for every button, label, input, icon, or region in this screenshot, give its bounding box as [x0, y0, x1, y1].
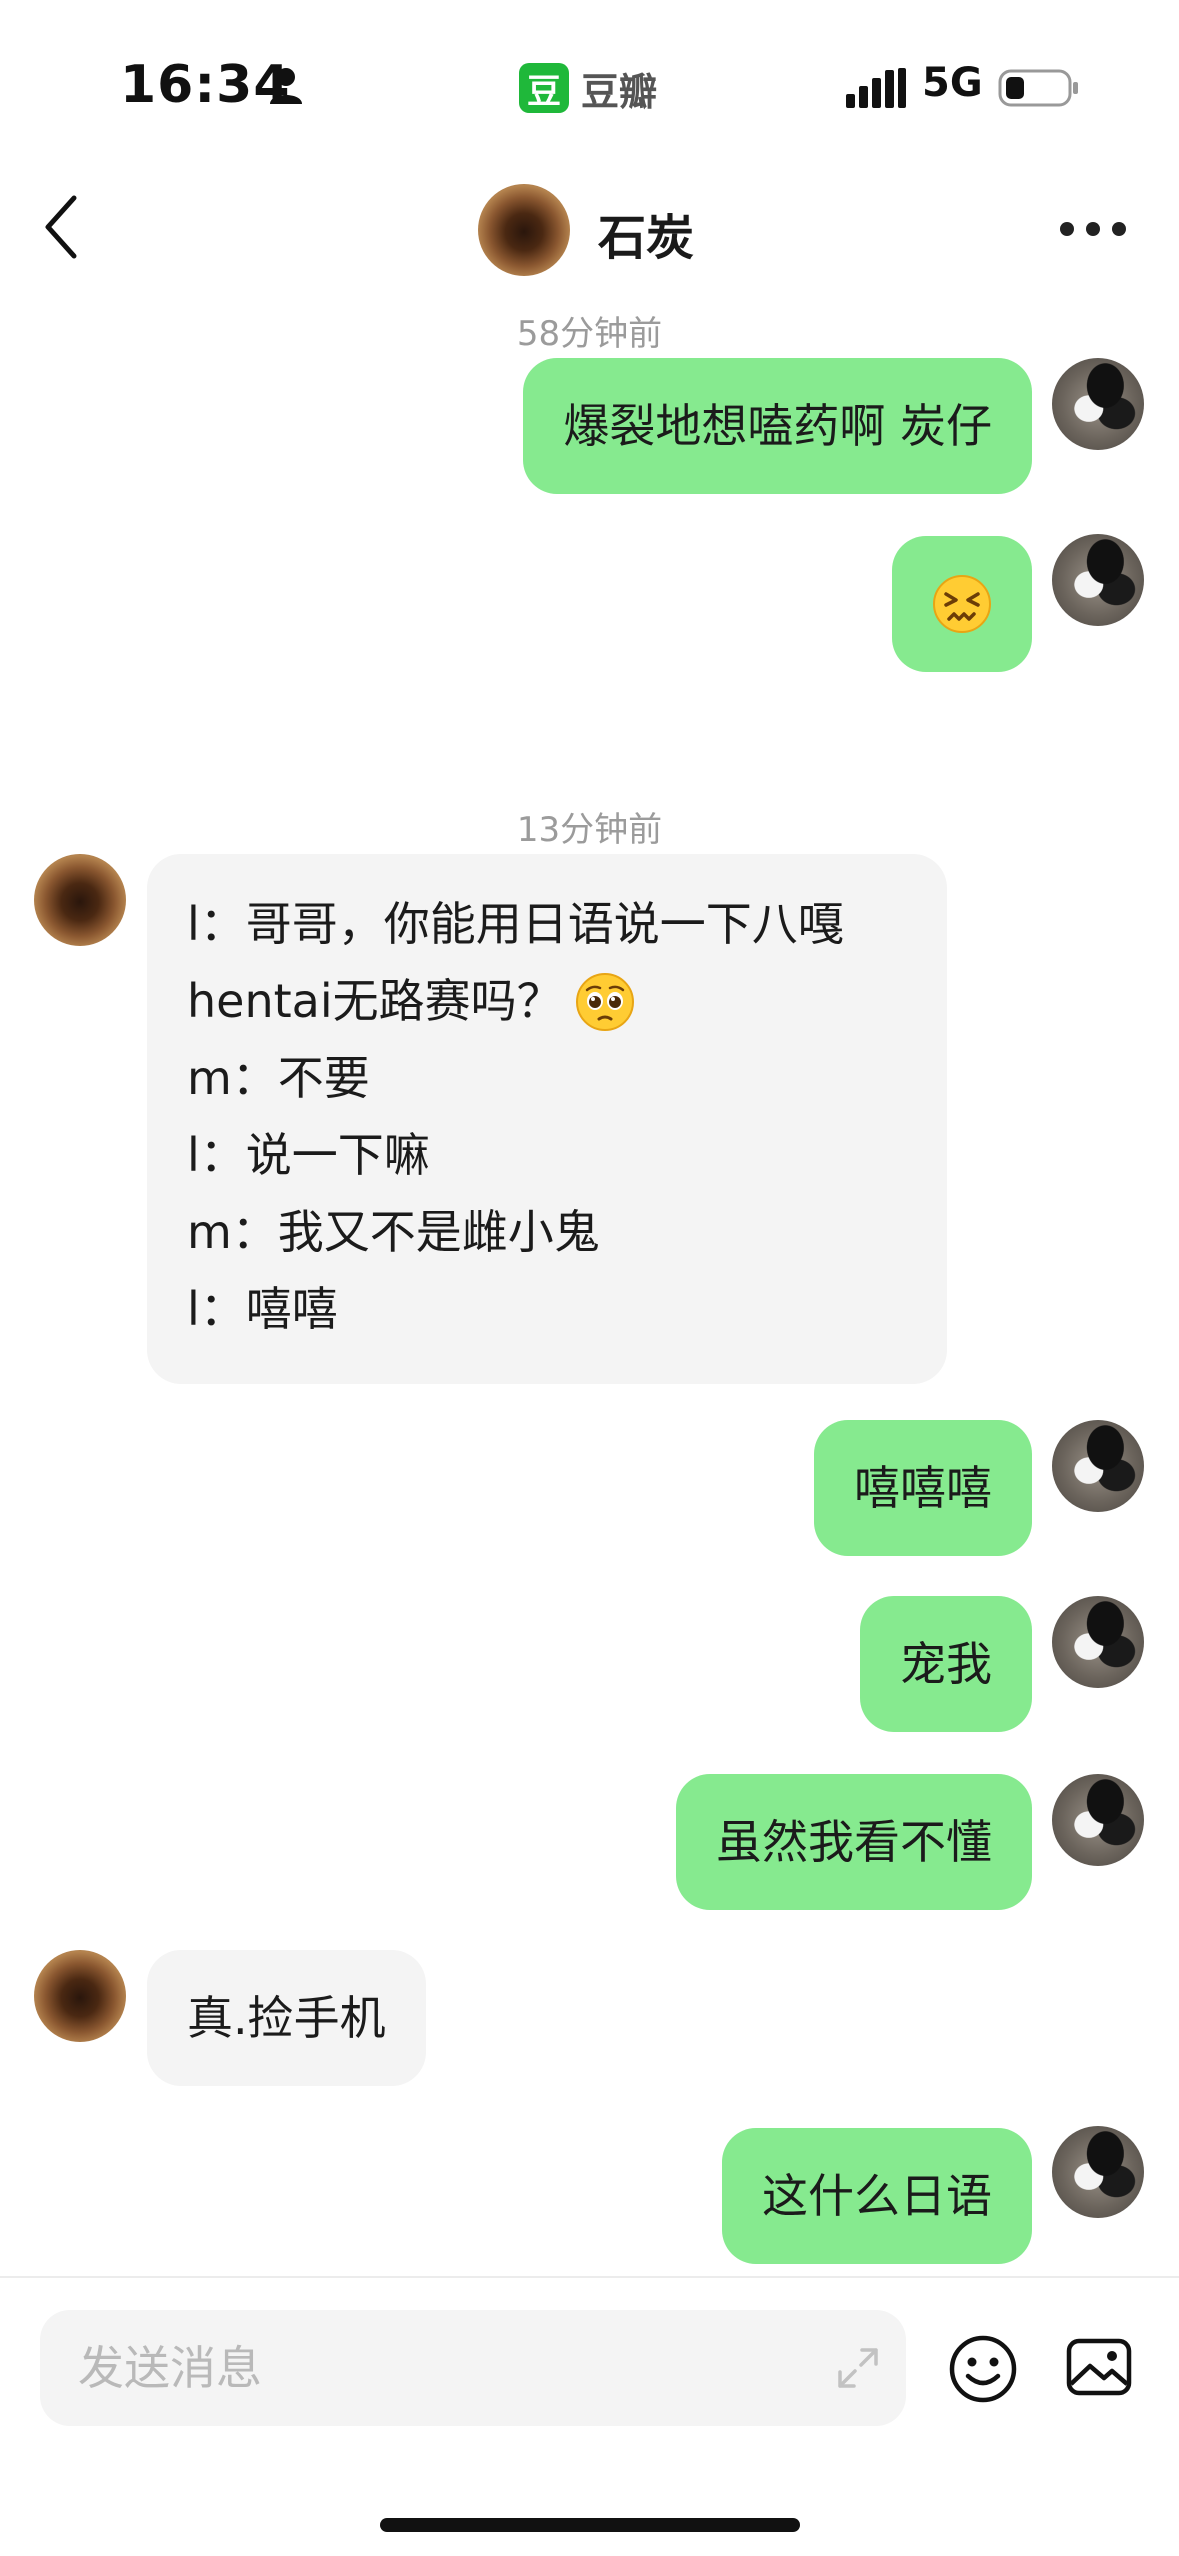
- network-type: 5G: [922, 60, 983, 106]
- person-icon: [270, 68, 302, 104]
- my-avatar[interactable]: [1052, 358, 1144, 450]
- outgoing-message-bubble[interactable]: 这什么日语: [722, 2128, 1032, 2264]
- app-name: 豆瓣: [581, 69, 658, 114]
- more-options-icon[interactable]: [1060, 222, 1126, 238]
- message-input[interactable]: [78, 2310, 798, 2426]
- my-avatar[interactable]: [1052, 2126, 1144, 2218]
- battery-icon: [998, 69, 1078, 107]
- message-line: m：不要: [187, 1051, 370, 1105]
- message-text: 宠我: [900, 1637, 992, 1691]
- contact-message-avatar[interactable]: [34, 854, 126, 946]
- contact-message-avatar[interactable]: [34, 1950, 126, 2042]
- incoming-message-bubble[interactable]: 真.捡手机: [147, 1950, 426, 2086]
- message-text: 嘻嘻嘻: [854, 1461, 992, 1515]
- chat-header: 石炭: [0, 170, 1179, 290]
- emoji-smile-icon[interactable]: [948, 2334, 1018, 2404]
- message-line: l：哥哥，你能用日语说一下八嘎: [187, 897, 844, 951]
- my-avatar[interactable]: [1052, 1774, 1144, 1866]
- contact-name[interactable]: 石炭: [598, 198, 694, 268]
- outgoing-message-bubble[interactable]: [892, 536, 1032, 672]
- pleading-face-emoji-icon: [575, 972, 634, 1031]
- contact-avatar[interactable]: [478, 184, 570, 276]
- outgoing-message-bubble[interactable]: 宠我: [860, 1596, 1032, 1732]
- message-line: hentai无路赛吗？: [187, 974, 563, 1028]
- status-bar: 16:34 豆 豆瓣 5G: [0, 0, 1179, 170]
- message-text: 虽然我看不懂: [716, 1815, 992, 1869]
- message-timestamp: 13分钟前: [516, 810, 663, 850]
- image-picker-icon[interactable]: [1066, 2338, 1132, 2396]
- back-arrow-icon[interactable]: [38, 192, 84, 262]
- cellular-signal-icon: [846, 68, 906, 108]
- message-line: m：我又不是雌小鬼: [187, 1205, 600, 1259]
- message-line: l：说一下嘛: [187, 1128, 430, 1182]
- message-list[interactable]: 58分钟前 爆裂地想嗑药啊 炭仔 13分钟前 l：哥哥，你能用日语说一下八嘎 h…: [0, 290, 1179, 2276]
- incoming-message-bubble[interactable]: l：哥哥，你能用日语说一下八嘎 hentai无路赛吗？ m：不要 l：说一下嘛 …: [147, 854, 947, 1384]
- outgoing-message-bubble[interactable]: 虽然我看不懂: [676, 1774, 1032, 1910]
- message-text: 这什么日语: [762, 2169, 992, 2223]
- home-indicator[interactable]: [380, 2518, 800, 2532]
- expand-icon[interactable]: [834, 2344, 882, 2392]
- message-input-container[interactable]: [40, 2310, 906, 2426]
- confounded-face-emoji-icon: [933, 575, 991, 633]
- my-avatar[interactable]: [1052, 1420, 1144, 1512]
- message-text: 爆裂地想嗑药啊 炭仔: [563, 399, 992, 453]
- my-avatar[interactable]: [1052, 534, 1144, 626]
- douban-logo-icon: 豆: [519, 63, 569, 113]
- app-indicator[interactable]: 豆 豆瓣: [519, 62, 657, 114]
- my-avatar[interactable]: [1052, 1596, 1144, 1688]
- message-timestamp: 58分钟前: [516, 314, 663, 354]
- message-composer: [0, 2276, 1179, 2556]
- outgoing-message-bubble[interactable]: 嘻嘻嘻: [814, 1420, 1032, 1556]
- message-line-with-emoji: hentai无路赛吗？: [187, 963, 907, 1040]
- message-text: 真.捡手机: [187, 1991, 386, 2045]
- status-time: 16:34: [120, 55, 291, 115]
- message-line: l：嘻嘻: [187, 1282, 338, 1336]
- outgoing-message-bubble[interactable]: 爆裂地想嗑药啊 炭仔: [523, 358, 1032, 494]
